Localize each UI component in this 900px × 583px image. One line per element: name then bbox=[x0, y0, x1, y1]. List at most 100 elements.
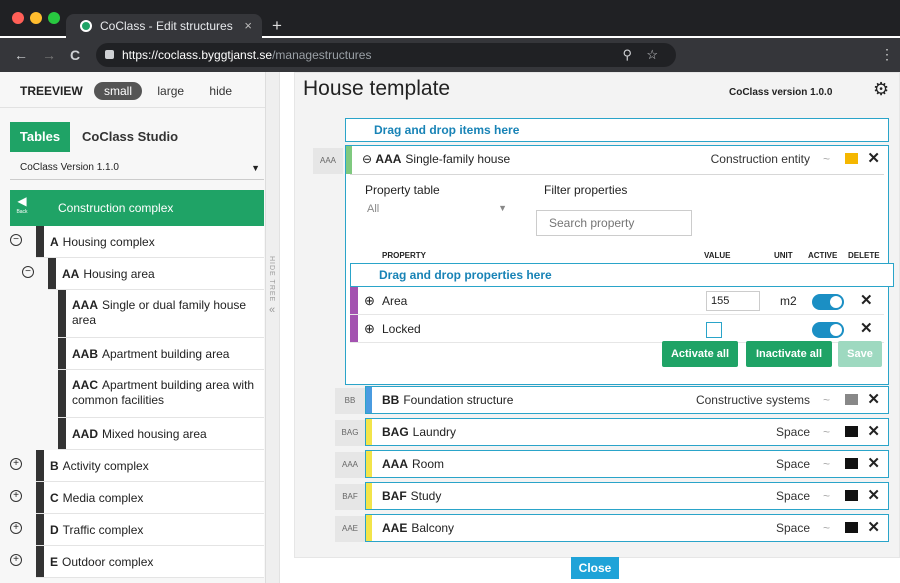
pulse-icon[interactable]: ~ bbox=[823, 515, 830, 541]
expand-icon[interactable]: + bbox=[10, 554, 22, 566]
browser-tab[interactable]: CoClass - Edit structures × bbox=[66, 14, 262, 38]
forward-arrow-icon[interactable]: → bbox=[42, 47, 56, 63]
tree-item-housing-complex[interactable]: − A Housing complex bbox=[10, 226, 264, 258]
structure-row[interactable]: BB Foundation structure Constructive syste… bbox=[365, 386, 889, 414]
property-table-select[interactable]: All ▼ bbox=[367, 203, 507, 215]
delete-item-icon[interactable]: ✕ bbox=[867, 146, 880, 172]
hide-tree-toggle[interactable]: hide bbox=[209, 84, 232, 98]
delete-property-icon[interactable]: ✕ bbox=[860, 287, 873, 315]
tree-item-mixed-housing[interactable]: AAD Mixed housing area bbox=[58, 418, 264, 450]
back-arrow-icon[interactable]: ← bbox=[14, 47, 28, 63]
item-title: BAF Study bbox=[382, 483, 441, 509]
active-toggle[interactable] bbox=[812, 322, 844, 338]
pulse-icon[interactable]: ~ bbox=[823, 483, 830, 509]
delete-item-icon[interactable]: ✕ bbox=[867, 483, 880, 509]
pulse-icon[interactable]: ~ bbox=[823, 387, 830, 413]
delete-property-icon[interactable]: ✕ bbox=[860, 315, 873, 343]
tree-item-apartment-building[interactable]: AAB Apartment building area bbox=[58, 338, 264, 370]
archive-icon[interactable] bbox=[845, 394, 858, 405]
archive-icon[interactable] bbox=[845, 153, 858, 164]
tree-item-code: AAD bbox=[72, 427, 98, 441]
tree-item-traffic-complex[interactable]: + D Traffic complex bbox=[10, 514, 264, 546]
tree-item-activity-complex[interactable]: + B Activity complex bbox=[10, 450, 264, 482]
collapse-arrow-icon[interactable]: « bbox=[269, 304, 275, 316]
version-select[interactable]: CoClass Version 1.1.0 ▼ bbox=[10, 156, 264, 180]
size-large-toggle[interactable]: large bbox=[157, 84, 184, 98]
item-name: Room bbox=[412, 457, 445, 471]
maximize-window-icon[interactable] bbox=[48, 12, 60, 24]
tree-item-bar bbox=[58, 338, 66, 369]
back-short-label: Back bbox=[16, 209, 28, 215]
pulse-icon[interactable]: ~ bbox=[823, 419, 830, 445]
expanded-item-card: ⊖ AAA Single-family house Construction en… bbox=[345, 145, 894, 385]
new-tab-button[interactable]: + bbox=[272, 14, 282, 38]
structure-row-content: AAE Balcony Space ~ ✕ bbox=[366, 515, 888, 543]
item-code-tag: BB bbox=[335, 388, 365, 414]
structure-row[interactable]: AAE Balcony Space ~ ✕ bbox=[365, 514, 889, 542]
collapse-icon[interactable]: − bbox=[10, 234, 22, 246]
close-button[interactable]: Close bbox=[571, 557, 619, 579]
drop-items-zone[interactable]: Drag and drop items here bbox=[345, 118, 889, 142]
tab-coclass-studio[interactable]: CoClass Studio bbox=[82, 122, 178, 152]
drop-properties-zone[interactable]: Drag and drop properties here bbox=[350, 263, 894, 287]
back-to-parent-button[interactable]: ◀ Back Construction complex bbox=[10, 190, 264, 226]
size-small-toggle[interactable]: small bbox=[94, 82, 143, 100]
archive-icon[interactable] bbox=[845, 426, 858, 437]
delete-item-icon[interactable]: ✕ bbox=[867, 387, 880, 413]
tree-item-single-dual-family[interactable]: AAA Single or dual family house area bbox=[58, 290, 264, 338]
archive-icon[interactable] bbox=[845, 458, 858, 469]
inactivate-all-button[interactable]: Inactivate all bbox=[746, 341, 832, 367]
collapse-icon[interactable]: ⊖ bbox=[362, 152, 372, 166]
expand-property-icon[interactable]: ⊕ bbox=[364, 315, 375, 343]
item-code: BAG bbox=[382, 425, 409, 439]
search-property-input[interactable] bbox=[536, 210, 692, 236]
expand-icon[interactable]: + bbox=[10, 490, 22, 502]
col-active: ACTIVE bbox=[808, 251, 838, 260]
active-toggle[interactable] bbox=[812, 294, 844, 310]
tree-item-bar bbox=[58, 290, 66, 337]
tree-item-outdoor-complex[interactable]: + E Outdoor complex bbox=[10, 546, 264, 578]
gear-icon[interactable]: ⚙ bbox=[873, 79, 889, 100]
item-name: Balcony bbox=[411, 521, 455, 535]
tab-close-icon[interactable]: × bbox=[244, 14, 252, 38]
property-value-input[interactable]: 155 bbox=[706, 291, 760, 311]
structure-row[interactable]: BAG Laundry Space ~ ✕ bbox=[365, 418, 889, 446]
expanded-item-header[interactable]: ⊖ AAA Single-family house Construction en… bbox=[346, 146, 888, 174]
pulse-icon[interactable]: ~ bbox=[823, 451, 830, 477]
tree-item-media-complex[interactable]: + C Media complex bbox=[10, 482, 264, 514]
browser-menu-icon[interactable]: ⋮ bbox=[880, 46, 894, 63]
tree-item-text: AAA Single or dual family house area bbox=[72, 298, 256, 328]
pulse-icon[interactable]: ~ bbox=[823, 146, 830, 172]
expand-icon[interactable]: + bbox=[10, 522, 22, 534]
expand-icon[interactable]: + bbox=[10, 458, 22, 470]
url-input[interactable]: https://coclass.byggtjanst.se/managestru… bbox=[96, 43, 676, 67]
archive-icon[interactable] bbox=[845, 490, 858, 501]
delete-item-icon[interactable]: ✕ bbox=[867, 451, 880, 477]
archive-icon[interactable] bbox=[845, 522, 858, 533]
tree-item-housing-area[interactable]: − AA Housing area bbox=[22, 258, 264, 290]
save-button[interactable]: Save bbox=[838, 341, 882, 367]
delete-item-icon[interactable]: ✕ bbox=[867, 515, 880, 541]
property-row-locked: ⊕ Locked ✕ bbox=[350, 315, 884, 343]
expand-property-icon[interactable]: ⊕ bbox=[364, 287, 375, 315]
reload-icon[interactable]: C bbox=[70, 47, 80, 63]
item-code-tag: BAF bbox=[335, 484, 365, 510]
tree-item-apartment-common[interactable]: AAC Apartment building area with common f… bbox=[58, 370, 264, 418]
close-window-icon[interactable] bbox=[12, 12, 24, 24]
star-icon[interactable]: ☆ bbox=[646, 43, 658, 67]
tab-tables[interactable]: Tables bbox=[10, 122, 70, 152]
minimize-window-icon[interactable] bbox=[30, 12, 42, 24]
structure-row[interactable]: BAF Study Space ~ ✕ bbox=[365, 482, 889, 510]
collapse-icon[interactable]: − bbox=[22, 266, 34, 278]
tab-title: CoClass - Edit structures bbox=[100, 19, 233, 33]
treeview-header: TREEVIEW small large hide bbox=[0, 72, 265, 108]
item-title: AAA Room bbox=[382, 451, 444, 477]
structure-row[interactable]: AAA Room Space ~ ✕ bbox=[365, 450, 889, 478]
search-icon[interactable]: ⚲ bbox=[622, 43, 632, 67]
activate-all-button[interactable]: Activate all bbox=[662, 341, 738, 367]
hide-tree-handle[interactable]: HIDE TREE « bbox=[266, 72, 280, 583]
property-value-checkbox[interactable] bbox=[706, 322, 722, 338]
item-name: Study bbox=[410, 489, 442, 503]
delete-item-icon[interactable]: ✕ bbox=[867, 419, 880, 445]
item-code-tag: AAE bbox=[335, 516, 365, 542]
